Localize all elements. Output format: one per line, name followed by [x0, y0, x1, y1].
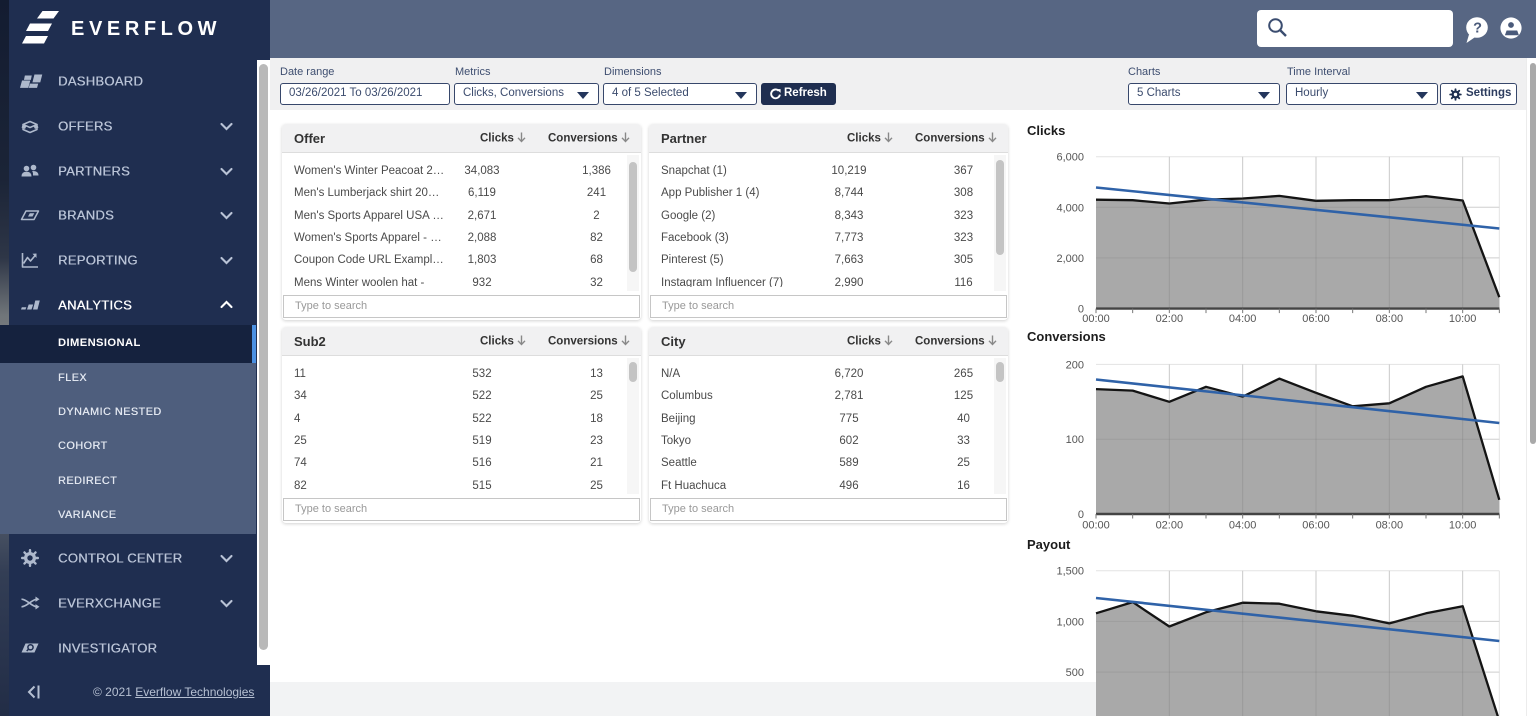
svg-text:1,500: 1,500 [1056, 566, 1084, 578]
svg-text:Clicks: Clicks [1027, 123, 1065, 138]
svg-text:06:00: 06:00 [1302, 313, 1330, 325]
svg-text:10:00: 10:00 [1449, 313, 1477, 325]
svg-text:Payout: Payout [1027, 537, 1071, 552]
svg-text:2,000: 2,000 [1056, 253, 1084, 265]
svg-text:Conversions: Conversions [1027, 329, 1106, 344]
svg-text:04:00: 04:00 [1229, 313, 1257, 325]
svg-text:06:00: 06:00 [1302, 520, 1330, 532]
svg-text:08:00: 08:00 [1376, 313, 1404, 325]
svg-text:10:00: 10:00 [1449, 520, 1477, 532]
svg-text:08:00: 08:00 [1376, 520, 1404, 532]
svg-text:02:00: 02:00 [1156, 520, 1184, 532]
svg-text:100: 100 [1066, 434, 1084, 446]
svg-text:02:00: 02:00 [1156, 313, 1184, 325]
svg-text:?: ? [1473, 21, 1482, 37]
svg-text:500: 500 [1066, 667, 1084, 679]
svg-text:4,000: 4,000 [1056, 202, 1084, 214]
svg-text:200: 200 [1066, 359, 1084, 371]
svg-text:00:00: 00:00 [1082, 313, 1110, 325]
svg-text:1,000: 1,000 [1056, 616, 1084, 628]
svg-text:04:00: 04:00 [1229, 520, 1257, 532]
svg-text:6,000: 6,000 [1056, 152, 1084, 164]
svg-text:00:00: 00:00 [1082, 520, 1110, 532]
